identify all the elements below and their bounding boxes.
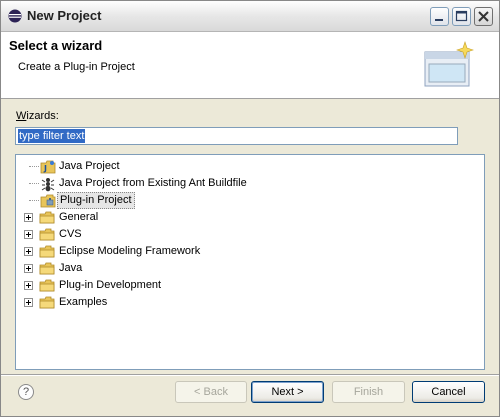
tree-item[interactable]: Examples xyxy=(16,294,482,311)
expand-icon[interactable] xyxy=(24,264,33,273)
wizard-tree[interactable]: J Java Project Java Project from Existing … xyxy=(15,154,485,370)
expand-icon[interactable] xyxy=(24,298,33,307)
back-button[interactable]: < Back xyxy=(175,381,247,403)
filter-text: type filter text xyxy=(18,129,86,143)
tree-item-label: Eclipse Modeling Framework xyxy=(59,245,201,257)
finish-button[interactable]: Finish xyxy=(332,381,405,403)
header-description: Create a Plug-in Project xyxy=(18,61,135,73)
folder-icon xyxy=(39,262,55,275)
title-bar[interactable]: New Project xyxy=(1,1,499,32)
close-icon xyxy=(478,11,489,22)
tree-item-label: Plug-in Project xyxy=(57,192,135,209)
tree-item[interactable]: Plug-in Project xyxy=(16,192,482,209)
expand-icon[interactable] xyxy=(24,281,33,290)
expand-icon[interactable] xyxy=(24,247,33,256)
minimize-icon xyxy=(435,19,443,21)
plugin-project-icon xyxy=(40,194,56,208)
next-button[interactable]: Next > xyxy=(251,381,324,403)
svg-text:J: J xyxy=(43,164,47,173)
wizards-label: Wizards: xyxy=(16,110,59,122)
tree-item-label: Plug-in Development xyxy=(59,279,162,291)
ant-icon xyxy=(41,178,55,192)
footer-separator xyxy=(1,374,499,376)
folder-icon xyxy=(39,211,55,224)
tree-connector xyxy=(29,166,39,167)
java-project-icon: J xyxy=(40,160,56,174)
maximize-button[interactable] xyxy=(452,7,471,26)
tree-item-label: Examples xyxy=(59,296,108,308)
close-button[interactable] xyxy=(474,7,493,26)
tree-connector xyxy=(29,200,39,201)
tree-item[interactable]: General xyxy=(16,209,482,226)
wizards-label-mnemonic: W xyxy=(16,110,27,122)
tree-item-label: CVS xyxy=(59,228,82,240)
folder-icon xyxy=(39,245,55,258)
eclipse-icon xyxy=(8,9,22,23)
wizard-banner-icon xyxy=(424,41,474,87)
expand-icon[interactable] xyxy=(24,213,33,222)
help-icon[interactable]: ? xyxy=(18,384,34,400)
tree-item[interactable]: Eclipse Modeling Framework xyxy=(16,243,482,260)
folder-icon xyxy=(39,228,55,241)
wizard-header: Select a wizard Create a Plug-in Project xyxy=(1,32,499,99)
tree-item-label: General xyxy=(59,211,99,223)
maximize-icon xyxy=(455,10,468,22)
tree-connector xyxy=(29,183,39,184)
header-title: Select a wizard xyxy=(9,38,103,53)
tree-item-label: Java xyxy=(59,262,83,274)
expand-icon[interactable] xyxy=(24,230,33,239)
filter-input[interactable]: type filter text xyxy=(15,127,458,145)
tree-item[interactable]: Java xyxy=(16,260,482,277)
folder-icon xyxy=(39,296,55,309)
tree-item-label: Java Project xyxy=(59,160,120,172)
folder-icon xyxy=(39,279,55,292)
tree-item[interactable]: Java Project from Existing Ant Buildfile xyxy=(16,175,482,192)
tree-item[interactable]: Plug-in Development xyxy=(16,277,482,294)
tree-item-label: Java Project from Existing Ant Buildfile xyxy=(59,177,247,189)
cancel-button[interactable]: Cancel xyxy=(412,381,485,403)
wizards-label-text: izards: xyxy=(26,110,59,122)
tree-item[interactable]: CVS xyxy=(16,226,482,243)
minimize-button[interactable] xyxy=(430,7,449,26)
tree-item[interactable]: J Java Project xyxy=(16,158,482,175)
new-project-dialog: New Project Select a wizard Create a Plu… xyxy=(0,0,500,417)
window-title: New Project xyxy=(27,8,102,23)
